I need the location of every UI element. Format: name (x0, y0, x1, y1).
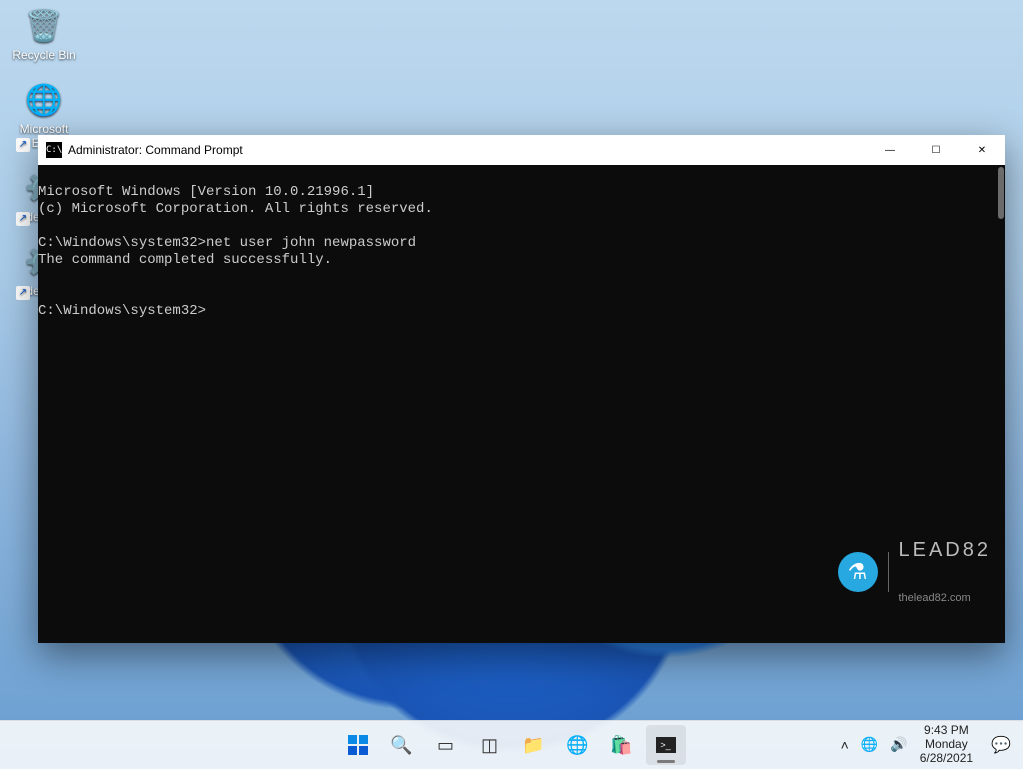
desktop-icon-recycle-bin[interactable]: Recycle Bin (6, 6, 82, 62)
widgets-icon: ◫ (481, 735, 498, 756)
watermark-site: thelead82.com (899, 592, 992, 604)
flask-icon: ⚗ (838, 552, 878, 592)
task-view-button[interactable]: ▭ (426, 725, 466, 765)
window-titlebar[interactable]: Administrator: Command Prompt — ☐ ✕ (38, 135, 1005, 165)
command-prompt-window: Administrator: Command Prompt — ☐ ✕ Micr… (38, 135, 1005, 643)
watermark: ⚗ LEAD82 thelead82.com (838, 509, 992, 635)
clock-time: 9:43 PM (920, 724, 973, 738)
folder-icon: 📁 (522, 735, 544, 756)
desktop-icon-label: Recycle Bin (6, 48, 82, 62)
file-explorer-button[interactable]: 📁 (514, 725, 554, 765)
system-tray: ˄ 🌐 🔊 9:43 PM Monday 6/28/2021 💬 (841, 724, 1017, 765)
task-view-icon: ▭ (437, 735, 454, 756)
volume-icon[interactable]: 🔊 (890, 736, 907, 753)
notifications-icon[interactable]: 💬 (985, 735, 1017, 755)
start-button[interactable] (338, 725, 378, 765)
window-title: Administrator: Command Prompt (68, 143, 243, 157)
watermark-brand: LEAD82 (899, 539, 992, 561)
taskbar: 🔍 ▭ ◫ 📁 🌐 🛍️ >_ ˄ 🌐 🔊 9:43 PM Monday 6/2… (0, 720, 1023, 769)
minimize-button[interactable]: — (867, 135, 913, 165)
terminal-icon: >_ (656, 737, 676, 753)
clock-date: 6/28/2021 (920, 752, 973, 766)
terminal-line: Microsoft Windows [Version 10.0.21996.1] (38, 184, 374, 200)
store-icon: 🛍️ (610, 735, 632, 756)
terminal-line: C:\Windows\system32>net user john newpas… (38, 235, 416, 251)
maximize-button[interactable]: ☐ (913, 135, 959, 165)
widgets-button[interactable]: ◫ (470, 725, 510, 765)
windows-logo-icon (348, 735, 368, 755)
clock-day: Monday (920, 738, 973, 752)
store-button[interactable]: 🛍️ (602, 725, 642, 765)
terminal-area[interactable]: Microsoft Windows [Version 10.0.21996.1]… (38, 165, 1005, 643)
command-prompt-taskbar-button[interactable]: >_ (646, 725, 686, 765)
recycle-bin-icon (24, 6, 64, 46)
edge-icon: 🌐 (566, 735, 588, 756)
edge-button[interactable]: 🌐 (558, 725, 598, 765)
terminal-scrollbar[interactable] (998, 167, 1004, 219)
close-button[interactable]: ✕ (959, 135, 1005, 165)
cmd-icon (46, 142, 62, 158)
taskbar-center: 🔍 ▭ ◫ 📁 🌐 🛍️ >_ (338, 725, 686, 765)
edge-icon (24, 80, 64, 120)
network-icon[interactable]: 🌐 (861, 736, 878, 753)
terminal-line: The command completed successfully. (38, 252, 332, 268)
terminal-line: C:\Windows\system32> (38, 303, 206, 319)
taskbar-clock[interactable]: 9:43 PM Monday 6/28/2021 (920, 724, 973, 765)
search-button[interactable]: 🔍 (382, 725, 422, 765)
search-icon: 🔍 (390, 735, 412, 756)
tray-overflow-icon[interactable]: ˄ (841, 737, 849, 753)
terminal-line: (c) Microsoft Corporation. All rights re… (38, 201, 433, 217)
